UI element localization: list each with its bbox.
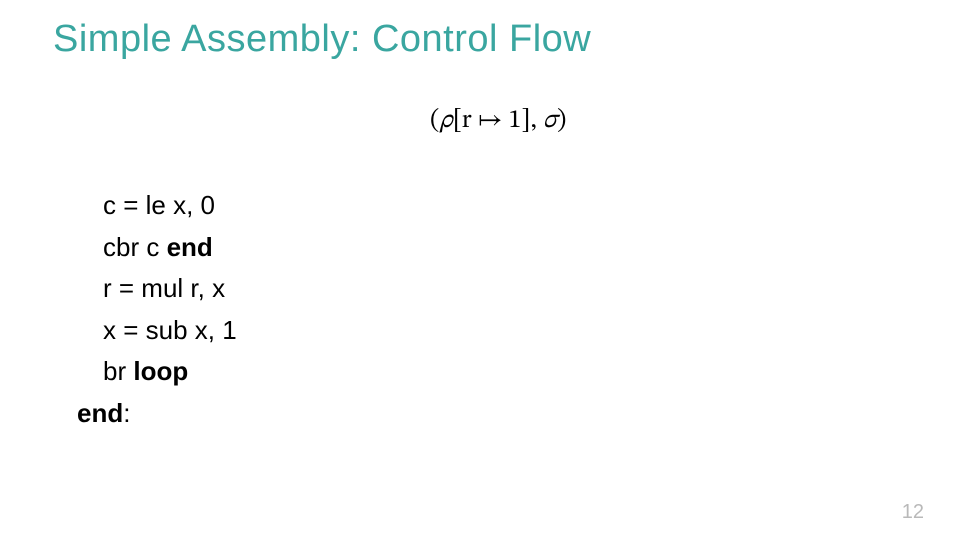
code-line-6: end: — [77, 393, 237, 435]
paren-close: ) — [557, 108, 566, 134]
code-line-2: cbr c end — [77, 227, 237, 269]
label-end: end — [167, 232, 213, 262]
assembly-code: c = le x, 0 cbr c end r = mul r, x x = s… — [77, 185, 237, 435]
code-line-3: r = mul r, x — [77, 268, 237, 310]
code-line-5: br loop — [77, 351, 237, 393]
code-text: br — [103, 356, 133, 386]
var-r: r — [462, 108, 472, 134]
slide: Simple Assembly: Control Flow (ρ[r ↦ 1],… — [0, 0, 960, 540]
code-text: cbr c — [103, 232, 167, 262]
page-number: 12 — [902, 501, 924, 524]
value-one: 1 — [509, 108, 522, 134]
code-text: x = sub x, 1 — [103, 315, 237, 345]
paren-open: ( — [430, 108, 439, 134]
code-line-4: x = sub x, 1 — [77, 310, 237, 352]
comma: , — [530, 108, 542, 134]
lbracket: [ — [453, 108, 462, 134]
label-end-def: end — [77, 398, 123, 428]
sigma-symbol: σ — [543, 108, 557, 134]
code-text: r = mul r, x — [103, 273, 225, 303]
mapsto: ↦ — [472, 108, 509, 134]
rho-symbol: ρ — [439, 108, 452, 134]
colon: : — [123, 398, 130, 428]
state-formula: (ρ[r ↦ 1], σ) — [430, 105, 566, 138]
slide-title: Simple Assembly: Control Flow — [53, 18, 591, 61]
code-line-1: c = le x, 0 — [77, 185, 237, 227]
label-loop: loop — [133, 356, 188, 386]
code-text: c = le x, 0 — [103, 190, 215, 220]
